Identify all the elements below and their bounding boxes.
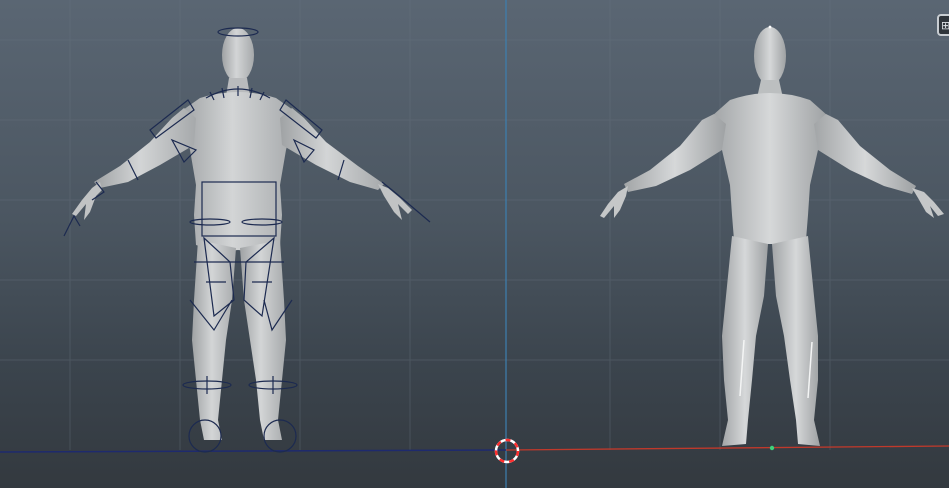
character-mesh[interactable] — [600, 25, 944, 451]
arm-left — [624, 114, 726, 192]
z-axis-line — [0, 449, 507, 453]
hand-right — [912, 188, 944, 218]
hand-left — [72, 182, 102, 220]
3d-viewport[interactable]: ⊞ — [0, 0, 949, 488]
leg-right — [240, 240, 286, 440]
rigged-character[interactable] — [63, 27, 431, 453]
hand-left — [600, 186, 628, 218]
pivot-dot — [768, 25, 772, 29]
torso — [712, 93, 828, 244]
leg-left — [722, 236, 768, 446]
target-circle-icon[interactable] — [494, 438, 520, 464]
pivot-dot — [769, 445, 775, 451]
arm-right — [814, 114, 916, 194]
panel-layout-icon[interactable]: ⊞ — [937, 14, 949, 36]
leg-right — [772, 236, 820, 446]
torso — [180, 92, 296, 252]
leg-left — [192, 240, 236, 440]
head — [754, 27, 786, 85]
x-axis-line — [505, 445, 949, 451]
